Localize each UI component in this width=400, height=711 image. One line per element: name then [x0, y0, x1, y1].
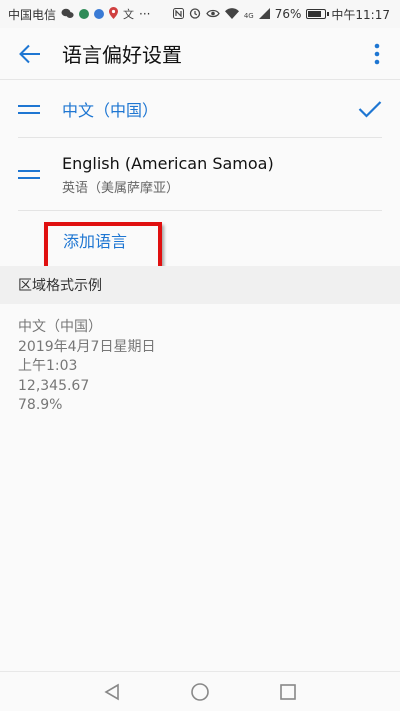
drag-handle-icon[interactable]: [18, 104, 44, 114]
checkmark-icon: [340, 100, 400, 118]
region-time: 上午1:03: [18, 358, 78, 374]
browser-icon: [94, 9, 105, 19]
app-bar: 语言偏好设置: [0, 28, 400, 80]
translate-icon: 文: [123, 7, 135, 21]
signal-icon: [258, 7, 270, 21]
language-item-en-as[interactable]: English (American Samoa) 英语（美属萨摩亚）: [0, 138, 400, 211]
back-button[interactable]: [0, 28, 60, 80]
region-number: 12,345.67: [18, 377, 90, 394]
nav-recents-button[interactable]: [276, 680, 300, 704]
battery-percent: 76%: [274, 7, 302, 21]
alarm-icon: [189, 7, 201, 21]
language-native-name: 英语（美属萨摩亚）: [62, 180, 180, 196]
drag-handle-icon[interactable]: [18, 170, 44, 179]
eye-icon: [206, 9, 220, 20]
triangle-back-icon: [104, 683, 119, 700]
more-notifications-icon: ···: [139, 7, 151, 21]
region-date: 2019年4月7日星期日: [18, 338, 156, 355]
status-bar: 中国电信 文 ··· 4G 76% 中午11:17: [0, 0, 400, 28]
battery-icon: [306, 9, 330, 19]
back-arrow-icon: [19, 44, 40, 63]
circle-home-icon: [191, 682, 209, 701]
network-type-label: 4G: [243, 11, 254, 20]
nav-home-button[interactable]: [188, 680, 212, 704]
language-name: 中文（中国）: [62, 101, 159, 120]
region-format-examples: 中文（中国） 2019年4月7日星期日 上午1:03 12,345.67 78.…: [18, 318, 155, 416]
system-nav-bar: [0, 671, 400, 711]
carrier-label: 中国电信: [8, 7, 57, 22]
square-recents-icon: [280, 683, 296, 700]
add-language-button[interactable]: 添加语言: [63, 228, 127, 252]
app-icon: [79, 9, 90, 19]
wifi-icon: [224, 7, 239, 21]
language-item-zh-cn[interactable]: 中文（中国）: [0, 80, 400, 138]
nfc-icon: [172, 7, 184, 21]
region-percent: 78.9%: [18, 397, 63, 413]
language-list: 中文（中国） English (American Samoa) 英语（美属萨摩亚…: [0, 80, 400, 272]
clock: 中午11:17: [331, 7, 390, 22]
more-options-button[interactable]: [354, 28, 400, 80]
wechat-icon: [61, 8, 74, 21]
add-language-row: 添加语言: [0, 211, 400, 272]
page-title: 语言偏好设置: [62, 43, 182, 67]
more-vert-icon: [374, 43, 380, 64]
location-icon: [109, 7, 119, 21]
language-name: English (American Samoa): [62, 153, 274, 173]
region-format-header: 区域格式示例: [0, 266, 400, 304]
nav-back-button[interactable]: [100, 680, 124, 704]
region-locale: 中文（中国）: [18, 319, 102, 335]
